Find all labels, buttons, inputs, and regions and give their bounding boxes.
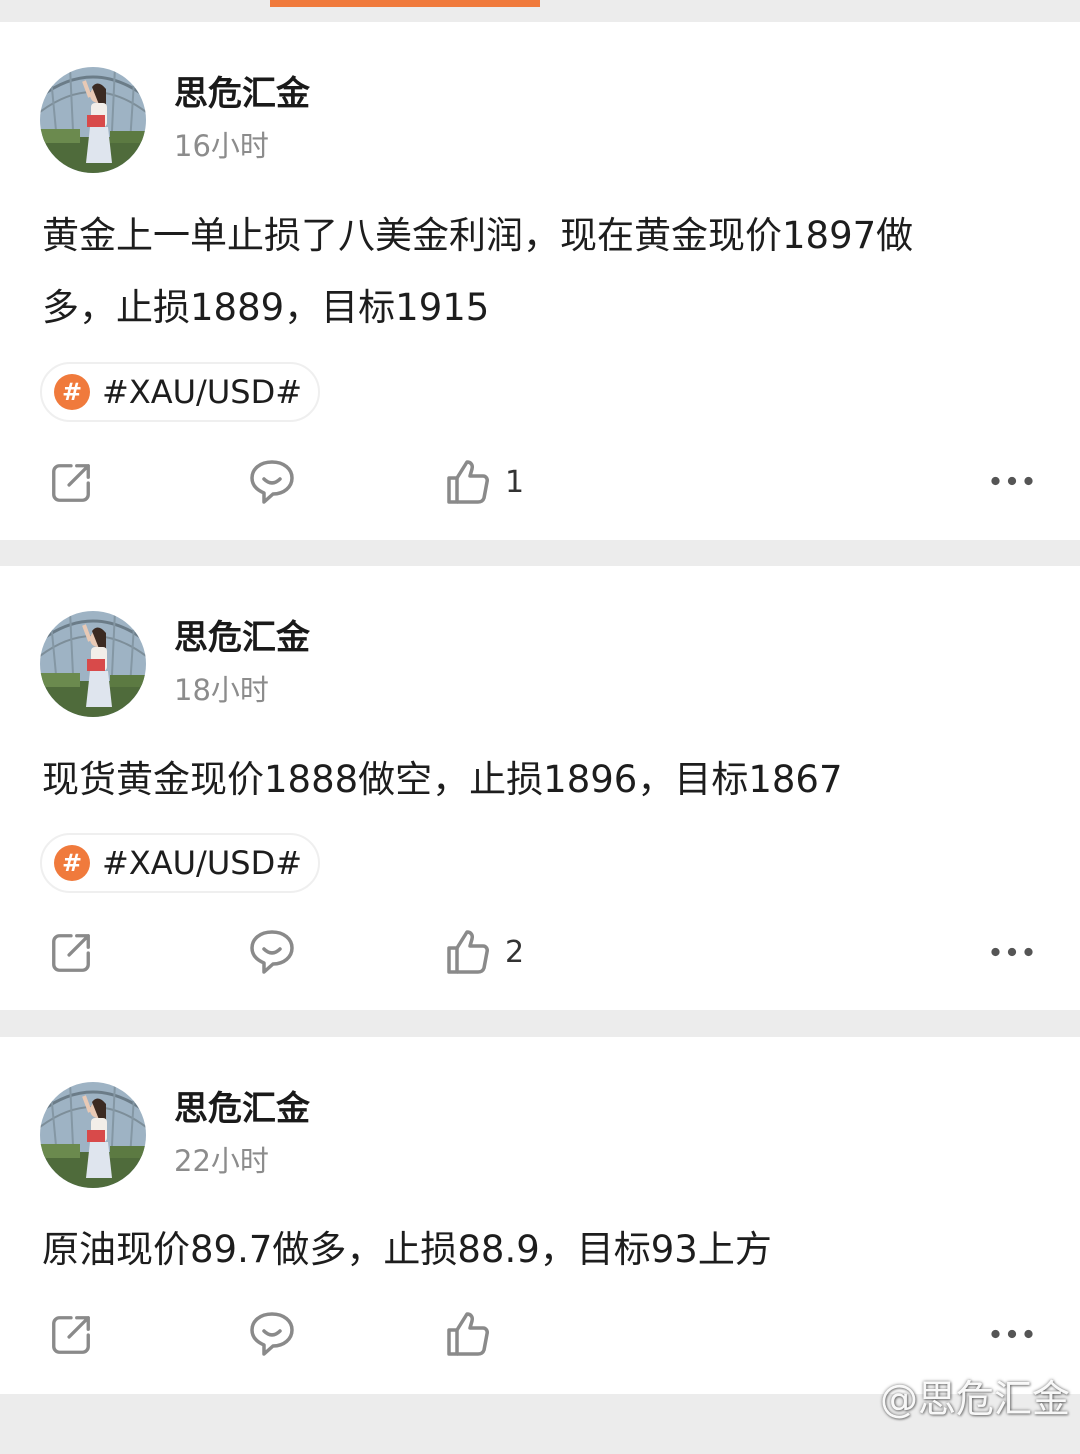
thumbs-up-icon [443, 928, 491, 976]
like-count: 1 [505, 464, 525, 500]
more-button[interactable] [990, 946, 1034, 958]
more-button[interactable] [990, 475, 1034, 487]
more-dots-icon [990, 1328, 1034, 1340]
share-button[interactable] [48, 460, 94, 506]
like-button[interactable]: 2 [443, 928, 524, 976]
hash-topic-icon: # [54, 374, 90, 410]
more-button[interactable] [990, 1328, 1034, 1340]
post-card[interactable]: 思危汇金 22小时 原油现价89.7做多，止损88.9，目标93上方 [0, 1037, 1080, 1394]
share-button[interactable] [48, 1312, 94, 1358]
author-name[interactable]: 思危汇金 [174, 1089, 310, 1129]
post-time: 18小时 [174, 673, 269, 707]
author-avatar[interactable] [40, 611, 146, 717]
top-tab-bar [0, 0, 1080, 22]
thumbs-up-icon [443, 458, 491, 506]
post-text: 现货黄金现价1888做空，止损1896，目标1867 [42, 744, 1022, 816]
hash-topic-icon: # [54, 845, 90, 881]
topic-tag-label: #XAU/USD# [102, 844, 303, 882]
author-name[interactable]: 思危汇金 [174, 74, 310, 114]
post-text: 原油现价89.7做多，止损88.9，目标93上方 [42, 1214, 1022, 1286]
topic-tag[interactable]: # #XAU/USD# [40, 833, 321, 893]
topic-tag-label: #XAU/USD# [102, 373, 303, 411]
author-avatar[interactable] [40, 1082, 146, 1188]
post-text: 黄金上一单止损了八美金利润，现在黄金现价1897做 多，止损1889，目标191… [42, 200, 1022, 344]
comment-icon [248, 1310, 296, 1358]
like-button[interactable] [443, 1310, 505, 1358]
like-count: 2 [505, 934, 525, 970]
comment-button[interactable] [248, 928, 296, 976]
thumbs-up-icon [443, 1310, 491, 1358]
post-time: 16小时 [174, 129, 269, 163]
post-text-line: 现货黄金现价1888做空，止损1896，目标1867 [42, 758, 843, 801]
share-icon [48, 930, 94, 976]
watermark: @思危汇金 [879, 1377, 1070, 1421]
post-text-line: 多，止损1889，目标1915 [42, 286, 490, 329]
active-tab-indicator [270, 0, 540, 7]
topic-tag[interactable]: # #XAU/USD# [40, 362, 321, 422]
post-card[interactable]: 思危汇金 18小时 现货黄金现价1888做空，止损1896，目标1867 # #… [0, 566, 1080, 1010]
comment-button[interactable] [248, 458, 296, 506]
more-dots-icon [990, 475, 1034, 487]
post-text-line: 黄金上一单止损了八美金利润，现在黄金现价1897做 [42, 214, 914, 257]
author-name[interactable]: 思危汇金 [174, 618, 310, 658]
comment-button[interactable] [248, 1310, 296, 1358]
comment-icon [248, 928, 296, 976]
like-button[interactable]: 1 [443, 458, 524, 506]
post-card[interactable]: 思危汇金 16小时 黄金上一单止损了八美金利润，现在黄金现价1897做 多，止损… [0, 22, 1080, 540]
more-dots-icon [990, 946, 1034, 958]
share-icon [48, 460, 94, 506]
share-button[interactable] [48, 930, 94, 976]
comment-icon [248, 458, 296, 506]
author-avatar[interactable] [40, 67, 146, 173]
post-time: 22小时 [174, 1144, 269, 1178]
post-text-line: 原油现价89.7做多，止损88.9，目标93上方 [42, 1228, 772, 1271]
share-icon [48, 1312, 94, 1358]
